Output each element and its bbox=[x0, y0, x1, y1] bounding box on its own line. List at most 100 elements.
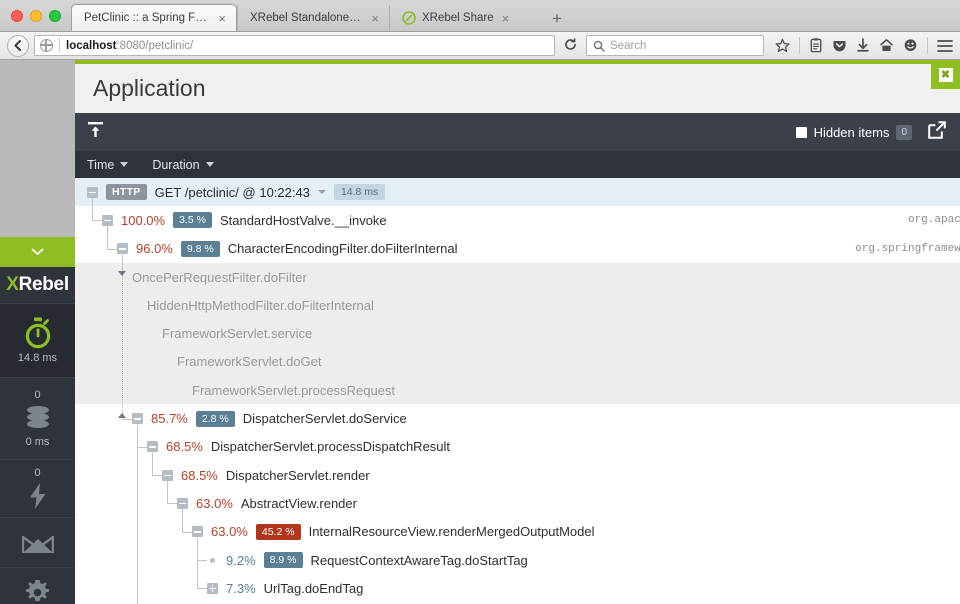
table-row[interactable]: 63.0%45.2 %InternalResourceView.renderMe… bbox=[75, 518, 960, 546]
hidden-items-checkbox[interactable] bbox=[796, 127, 807, 138]
reload-icon bbox=[564, 38, 577, 51]
tab-close-icon[interactable]: × bbox=[369, 12, 381, 25]
globe-icon bbox=[40, 39, 53, 52]
table-row[interactable]: 63.0%AbstractView.render bbox=[75, 489, 960, 517]
collapse-toggle-icon[interactable] bbox=[102, 215, 113, 226]
row-package-clip: org.springframewor bbox=[780, 235, 960, 263]
pocket-icon[interactable] bbox=[832, 38, 847, 53]
table-row[interactable]: 100.0%3.5 %StandardHostValve.__invokeorg… bbox=[75, 206, 960, 234]
database-icon bbox=[23, 405, 53, 433]
trace-root-row[interactable]: HTTPGET /petclinic/ @ 10:22:4314.8 ms bbox=[75, 178, 960, 206]
table-row[interactable]: OncePerRequestFilter.doFilter bbox=[75, 263, 960, 291]
rail-item-messages[interactable] bbox=[0, 517, 75, 567]
table-row[interactable]: 7.3%UrlTag.doEndTag bbox=[75, 574, 960, 602]
rail-item-exceptions[interactable]: 0 bbox=[0, 459, 75, 517]
browser-tab-xrebel-standalone[interactable]: XRebel Standalone UI × bbox=[237, 5, 389, 31]
collapse-toggle-icon[interactable] bbox=[147, 441, 158, 452]
browser-toolbar-icons bbox=[769, 37, 953, 54]
chevron-down-icon bbox=[120, 162, 128, 167]
minimize-window-button[interactable] bbox=[30, 10, 42, 22]
panel-close-button[interactable]: ✖ bbox=[931, 60, 960, 89]
leaf-node-icon bbox=[210, 558, 215, 563]
row-percent: 96.0% bbox=[136, 241, 173, 256]
row-content: 7.3%UrlTag.doEndTag bbox=[75, 581, 363, 596]
row-percent: 100.0% bbox=[121, 213, 165, 228]
row-method-name: CharacterEncodingFilter.doFilterInternal bbox=[228, 241, 458, 256]
row-percent: 63.0% bbox=[211, 524, 248, 539]
star-icon[interactable] bbox=[775, 38, 790, 53]
hidden-items-toggle[interactable]: Hidden items 0 bbox=[796, 125, 912, 140]
page-title: Application bbox=[93, 75, 206, 102]
xrebel-panel: Application ✖ Hidden items bbox=[75, 60, 960, 604]
rail-page-backdrop bbox=[0, 60, 75, 237]
collapse-toggle-icon[interactable] bbox=[177, 498, 188, 509]
logo-rebel: Rebel bbox=[19, 274, 69, 296]
filter-duration[interactable]: Duration bbox=[152, 158, 213, 172]
tab-close-icon[interactable]: × bbox=[500, 12, 512, 25]
xrebel-rail: XRebel 14.8 ms 0 bbox=[0, 60, 75, 604]
table-row[interactable]: FrameworkServlet.service bbox=[75, 319, 960, 347]
row-percent: 85.7% bbox=[151, 411, 188, 426]
collapse-toggle-icon[interactable] bbox=[162, 470, 173, 481]
table-row[interactable]: 85.7%2.8 %DispatcherServlet.doService bbox=[75, 404, 960, 432]
download-icon[interactable] bbox=[856, 38, 870, 53]
collapse-toggle-icon[interactable] bbox=[132, 413, 143, 424]
row-method-name: FrameworkServlet.service bbox=[162, 326, 312, 341]
collapse-toggle-icon[interactable] bbox=[87, 187, 98, 198]
open-external-icon[interactable] bbox=[928, 121, 946, 144]
table-row[interactable]: 96.0%9.8 %CharacterEncodingFilter.doFilt… bbox=[75, 235, 960, 263]
row-content: OncePerRequestFilter.doFilter bbox=[75, 270, 307, 285]
browser-tab-xrebel-share[interactable]: XRebel Share × bbox=[389, 5, 541, 31]
row-content: FrameworkServlet.service bbox=[75, 326, 312, 341]
table-row[interactable]: 68.5%DispatcherServlet.processDispatchRe… bbox=[75, 433, 960, 461]
reload-button[interactable] bbox=[560, 38, 581, 54]
close-window-button[interactable] bbox=[11, 10, 23, 22]
table-row[interactable]: FrameworkServlet.doGet bbox=[75, 348, 960, 376]
panel-toolbar: Hidden items 0 bbox=[75, 113, 960, 151]
back-button[interactable] bbox=[7, 35, 29, 57]
reader-list-icon[interactable] bbox=[809, 38, 823, 53]
panel-filter-bar: Time Duration bbox=[75, 151, 960, 178]
collapse-toggle-icon[interactable] bbox=[192, 526, 203, 537]
chevron-down-icon[interactable] bbox=[318, 190, 326, 194]
row-content: HiddenHttpMethodFilter.doFilterInternal bbox=[75, 298, 374, 313]
maximize-window-button[interactable] bbox=[49, 10, 61, 22]
collapse-all-icon[interactable] bbox=[87, 121, 104, 144]
rail-item-database[interactable]: 0 0 ms bbox=[0, 377, 75, 459]
gear-icon bbox=[24, 579, 51, 604]
rail-item-time[interactable]: 14.8 ms bbox=[0, 303, 75, 377]
rail-time-value: 14.8 ms bbox=[18, 352, 57, 364]
row-method-name: OncePerRequestFilter.doFilter bbox=[132, 270, 307, 285]
home-icon[interactable] bbox=[879, 38, 894, 53]
row-package-clip: org.apache bbox=[780, 206, 960, 234]
hamburger-menu-icon[interactable] bbox=[937, 39, 953, 53]
table-row[interactable]: HiddenHttpMethodFilter.doFilterInternal bbox=[75, 291, 960, 319]
xrebel-leaf-icon bbox=[402, 11, 416, 25]
window-traffic-lights bbox=[0, 10, 71, 31]
search-bar[interactable]: Search bbox=[586, 35, 764, 56]
new-tab-button[interactable]: + bbox=[541, 10, 573, 31]
table-row[interactable]: 68.5%DispatcherServlet.render bbox=[75, 461, 960, 489]
table-row[interactable]: FrameworkServlet.processRequest bbox=[75, 376, 960, 404]
logo-x: X bbox=[6, 274, 18, 296]
browser-tab-petclinic[interactable]: PetClinic :: a Spring Framework de... × bbox=[71, 4, 237, 31]
tab-close-icon[interactable]: × bbox=[216, 12, 228, 25]
trace-tree[interactable]: HTTPGET /petclinic/ @ 10:22:4314.8 ms100… bbox=[75, 178, 960, 604]
row-percent: 68.5% bbox=[181, 468, 218, 483]
url-bar[interactable]: localhost:8080/petclinic/ bbox=[34, 35, 555, 56]
chevron-down-icon bbox=[31, 248, 44, 256]
row-method-name: StandardHostValve.__invoke bbox=[220, 213, 387, 228]
rail-item-settings[interactable] bbox=[0, 567, 75, 604]
filter-time[interactable]: Time bbox=[87, 158, 128, 172]
browser-navbar: localhost:8080/petclinic/ Search bbox=[0, 32, 960, 60]
collapse-toggle-icon[interactable] bbox=[117, 243, 128, 254]
row-percent: 9.2% bbox=[226, 553, 256, 568]
table-row[interactable]: 9.2%8.9 %RequestContextAwareTag.doStartT… bbox=[75, 546, 960, 574]
url-text: localhost:8080/petclinic/ bbox=[66, 40, 193, 52]
search-icon bbox=[593, 40, 605, 52]
row-content: 63.0%AbstractView.render bbox=[75, 496, 357, 511]
rail-collapse-button[interactable] bbox=[0, 237, 75, 267]
expand-toggle-icon[interactable] bbox=[207, 583, 218, 594]
row-method-name: FrameworkServlet.processRequest bbox=[192, 383, 395, 398]
chat-icon[interactable] bbox=[903, 38, 918, 53]
